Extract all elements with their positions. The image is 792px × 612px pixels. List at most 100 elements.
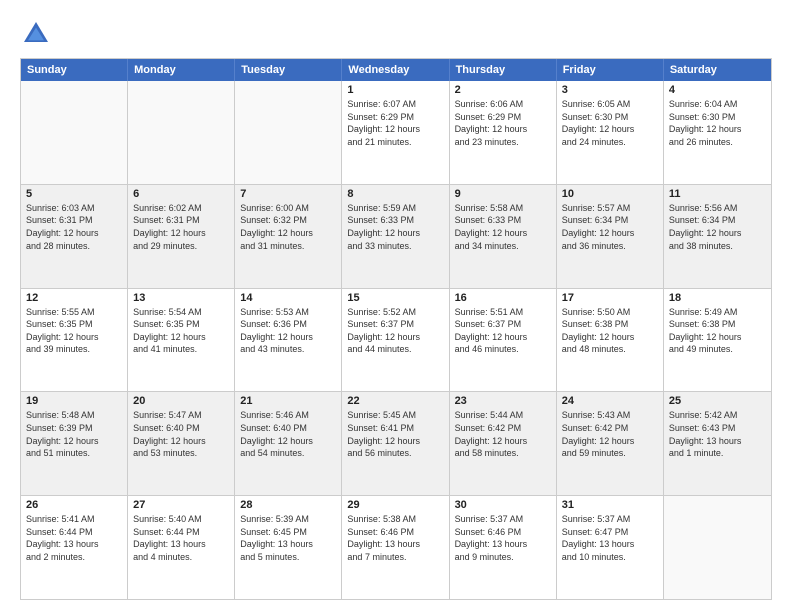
cell-info: Sunrise: 5:42 AM Sunset: 6:43 PM Dayligh… bbox=[669, 409, 766, 459]
calendar-cell bbox=[235, 81, 342, 184]
day-number: 19 bbox=[26, 395, 122, 407]
calendar-cell: 14 Sunrise: 5:53 AM Sunset: 6:36 PM Dayli… bbox=[235, 289, 342, 392]
weekday-header: Sunday bbox=[21, 59, 128, 81]
day-number: 6 bbox=[133, 188, 229, 200]
page: SundayMondayTuesdayWednesdayThursdayFrid… bbox=[0, 0, 792, 612]
cell-info: Sunrise: 6:04 AM Sunset: 6:30 PM Dayligh… bbox=[669, 98, 766, 148]
weekday-header: Saturday bbox=[664, 59, 771, 81]
calendar-row: 5 Sunrise: 6:03 AM Sunset: 6:31 PM Daylig… bbox=[21, 184, 771, 288]
day-number: 17 bbox=[562, 292, 658, 304]
day-number: 16 bbox=[455, 292, 551, 304]
calendar-row: 19 Sunrise: 5:48 AM Sunset: 6:39 PM Dayli… bbox=[21, 391, 771, 495]
calendar-header: SundayMondayTuesdayWednesdayThursdayFrid… bbox=[21, 59, 771, 81]
day-number: 14 bbox=[240, 292, 336, 304]
calendar-cell: 26 Sunrise: 5:41 AM Sunset: 6:44 PM Dayli… bbox=[21, 496, 128, 599]
day-number: 4 bbox=[669, 84, 766, 96]
cell-info: Sunrise: 6:03 AM Sunset: 6:31 PM Dayligh… bbox=[26, 202, 122, 252]
cell-info: Sunrise: 5:57 AM Sunset: 6:34 PM Dayligh… bbox=[562, 202, 658, 252]
calendar-cell: 21 Sunrise: 5:46 AM Sunset: 6:40 PM Dayli… bbox=[235, 392, 342, 495]
day-number: 10 bbox=[562, 188, 658, 200]
calendar-cell bbox=[664, 496, 771, 599]
calendar-cell: 19 Sunrise: 5:48 AM Sunset: 6:39 PM Dayli… bbox=[21, 392, 128, 495]
day-number: 2 bbox=[455, 84, 551, 96]
calendar-cell: 29 Sunrise: 5:38 AM Sunset: 6:46 PM Dayli… bbox=[342, 496, 449, 599]
cell-info: Sunrise: 5:45 AM Sunset: 6:41 PM Dayligh… bbox=[347, 409, 443, 459]
calendar-cell: 8 Sunrise: 5:59 AM Sunset: 6:33 PM Daylig… bbox=[342, 185, 449, 288]
day-number: 1 bbox=[347, 84, 443, 96]
calendar-cell: 9 Sunrise: 5:58 AM Sunset: 6:33 PM Daylig… bbox=[450, 185, 557, 288]
day-number: 31 bbox=[562, 499, 658, 511]
logo bbox=[20, 18, 56, 50]
calendar-cell: 10 Sunrise: 5:57 AM Sunset: 6:34 PM Dayli… bbox=[557, 185, 664, 288]
calendar-cell: 5 Sunrise: 6:03 AM Sunset: 6:31 PM Daylig… bbox=[21, 185, 128, 288]
calendar-cell: 2 Sunrise: 6:06 AM Sunset: 6:29 PM Daylig… bbox=[450, 81, 557, 184]
cell-info: Sunrise: 5:40 AM Sunset: 6:44 PM Dayligh… bbox=[133, 513, 229, 563]
day-number: 27 bbox=[133, 499, 229, 511]
day-number: 28 bbox=[240, 499, 336, 511]
day-number: 5 bbox=[26, 188, 122, 200]
day-number: 29 bbox=[347, 499, 443, 511]
cell-info: Sunrise: 5:55 AM Sunset: 6:35 PM Dayligh… bbox=[26, 306, 122, 356]
cell-info: Sunrise: 5:38 AM Sunset: 6:46 PM Dayligh… bbox=[347, 513, 443, 563]
calendar-cell: 15Sunrise: 5:52 AM Sunset: 6:37 PM Dayli… bbox=[342, 289, 449, 392]
weekday-header: Wednesday bbox=[342, 59, 449, 81]
day-number: 3 bbox=[562, 84, 658, 96]
calendar-cell: 12 Sunrise: 5:55 AM Sunset: 6:35 PM Dayli… bbox=[21, 289, 128, 392]
day-number: 8 bbox=[347, 188, 443, 200]
cell-info: Sunrise: 5:50 AM Sunset: 6:38 PM Dayligh… bbox=[562, 306, 658, 356]
calendar-cell bbox=[21, 81, 128, 184]
day-number: 13 bbox=[133, 292, 229, 304]
calendar-row: 26 Sunrise: 5:41 AM Sunset: 6:44 PM Dayli… bbox=[21, 495, 771, 599]
cell-info: Sunrise: 6:00 AM Sunset: 6:32 PM Dayligh… bbox=[240, 202, 336, 252]
weekday-header: Friday bbox=[557, 59, 664, 81]
day-number: 30 bbox=[455, 499, 551, 511]
calendar-cell: 18 Sunrise: 5:49 AM Sunset: 6:38 PM Dayli… bbox=[664, 289, 771, 392]
calendar-cell: 7 Sunrise: 6:00 AM Sunset: 6:32 PM Daylig… bbox=[235, 185, 342, 288]
calendar-row: 12 Sunrise: 5:55 AM Sunset: 6:35 PM Dayli… bbox=[21, 288, 771, 392]
calendar-cell: 27 Sunrise: 5:40 AM Sunset: 6:44 PM Dayli… bbox=[128, 496, 235, 599]
calendar-row: 1 Sunrise: 6:07 AM Sunset: 6:29 PM Daylig… bbox=[21, 81, 771, 184]
cell-info: Sunrise: 5:52 AM Sunset: 6:37 PM Dayligh… bbox=[347, 306, 443, 356]
cell-info: Sunrise: 5:37 AM Sunset: 6:46 PM Dayligh… bbox=[455, 513, 551, 563]
cell-info: Sunrise: 5:59 AM Sunset: 6:33 PM Dayligh… bbox=[347, 202, 443, 252]
calendar-cell: 23Sunrise: 5:44 AM Sunset: 6:42 PM Dayli… bbox=[450, 392, 557, 495]
cell-info: Sunrise: 5:49 AM Sunset: 6:38 PM Dayligh… bbox=[669, 306, 766, 356]
cell-info: Sunrise: 6:07 AM Sunset: 6:29 PM Dayligh… bbox=[347, 98, 443, 148]
day-number: 20 bbox=[133, 395, 229, 407]
cell-info: Sunrise: 6:02 AM Sunset: 6:31 PM Dayligh… bbox=[133, 202, 229, 252]
header bbox=[20, 18, 772, 50]
cell-info: Sunrise: 5:58 AM Sunset: 6:33 PM Dayligh… bbox=[455, 202, 551, 252]
calendar-cell: 6 Sunrise: 6:02 AM Sunset: 6:31 PM Daylig… bbox=[128, 185, 235, 288]
cell-info: Sunrise: 5:41 AM Sunset: 6:44 PM Dayligh… bbox=[26, 513, 122, 563]
cell-info: Sunrise: 5:51 AM Sunset: 6:37 PM Dayligh… bbox=[455, 306, 551, 356]
day-number: 12 bbox=[26, 292, 122, 304]
cell-info: Sunrise: 5:46 AM Sunset: 6:40 PM Dayligh… bbox=[240, 409, 336, 459]
day-number: 7 bbox=[240, 188, 336, 200]
day-number: 9 bbox=[455, 188, 551, 200]
calendar-cell: 31 Sunrise: 5:37 AM Sunset: 6:47 PM Dayli… bbox=[557, 496, 664, 599]
day-number: 18 bbox=[669, 292, 766, 304]
weekday-header: Tuesday bbox=[235, 59, 342, 81]
cell-info: Sunrise: 5:56 AM Sunset: 6:34 PM Dayligh… bbox=[669, 202, 766, 252]
day-number: 22 bbox=[347, 395, 443, 407]
calendar-cell: 3Sunrise: 6:05 AM Sunset: 6:30 PM Daylig… bbox=[557, 81, 664, 184]
cell-info: Sunrise: 5:39 AM Sunset: 6:45 PM Dayligh… bbox=[240, 513, 336, 563]
calendar-cell: 17 Sunrise: 5:50 AM Sunset: 6:38 PM Dayli… bbox=[557, 289, 664, 392]
day-number: 11 bbox=[669, 188, 766, 200]
calendar-body: 1 Sunrise: 6:07 AM Sunset: 6:29 PM Daylig… bbox=[21, 81, 771, 599]
cell-info: Sunrise: 5:48 AM Sunset: 6:39 PM Dayligh… bbox=[26, 409, 122, 459]
calendar-cell: 11 Sunrise: 5:56 AM Sunset: 6:34 PM Dayli… bbox=[664, 185, 771, 288]
calendar-cell: 16 Sunrise: 5:51 AM Sunset: 6:37 PM Dayli… bbox=[450, 289, 557, 392]
day-number: 24 bbox=[562, 395, 658, 407]
cell-info: Sunrise: 5:37 AM Sunset: 6:47 PM Dayligh… bbox=[562, 513, 658, 563]
cell-info: Sunrise: 6:06 AM Sunset: 6:29 PM Dayligh… bbox=[455, 98, 551, 148]
day-number: 21 bbox=[240, 395, 336, 407]
day-number: 25 bbox=[669, 395, 766, 407]
day-number: 26 bbox=[26, 499, 122, 511]
cell-info: Sunrise: 5:53 AM Sunset: 6:36 PM Dayligh… bbox=[240, 306, 336, 356]
calendar-cell: 20 Sunrise: 5:47 AM Sunset: 6:40 PM Dayli… bbox=[128, 392, 235, 495]
cell-info: Sunrise: 5:47 AM Sunset: 6:40 PM Dayligh… bbox=[133, 409, 229, 459]
calendar-cell: 13Sunrise: 5:54 AM Sunset: 6:35 PM Dayli… bbox=[128, 289, 235, 392]
calendar-cell: 24Sunrise: 5:43 AM Sunset: 6:42 PM Dayli… bbox=[557, 392, 664, 495]
calendar-cell: 22 Sunrise: 5:45 AM Sunset: 6:41 PM Dayli… bbox=[342, 392, 449, 495]
